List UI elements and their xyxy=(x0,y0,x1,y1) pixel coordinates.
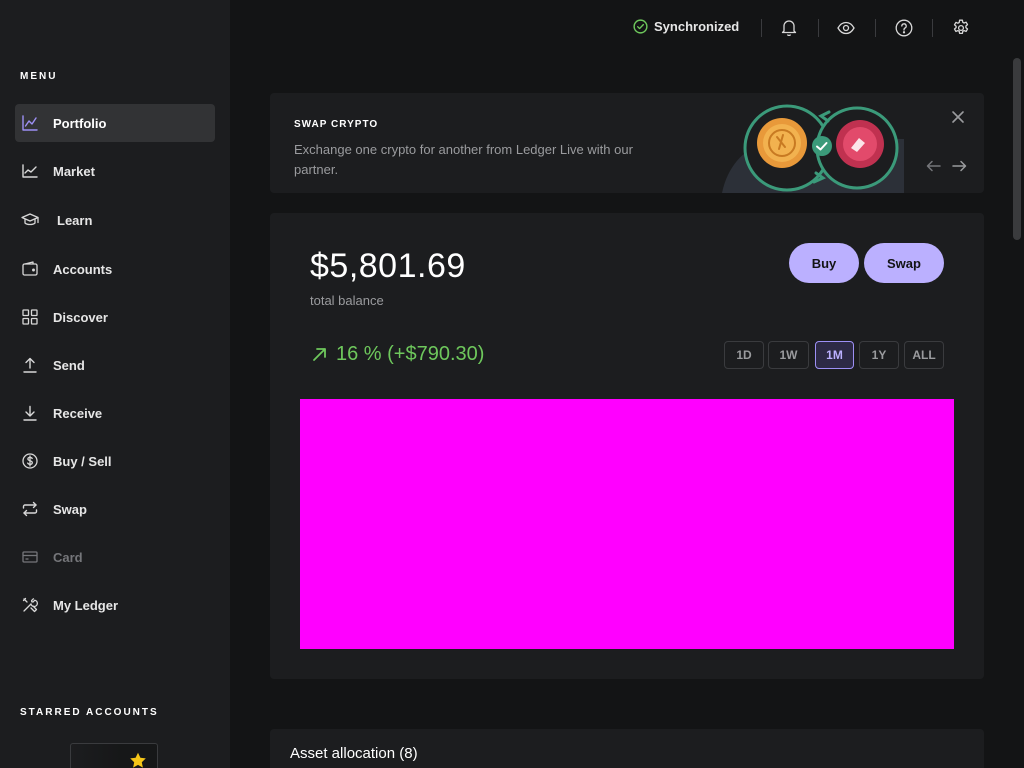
sidebar-item-label: Swap xyxy=(53,501,87,517)
sidebar-item-card[interactable]: Card xyxy=(15,538,215,576)
graduation-cap-icon xyxy=(7,212,53,228)
swap-button[interactable]: Swap xyxy=(864,243,944,283)
card-icon xyxy=(7,549,53,565)
swap-crypto-banner: SWAP CRYPTO Exchange one crypto for anot… xyxy=(270,93,984,193)
top-bar: Synchronized xyxy=(230,0,1024,58)
sidebar-item-market[interactable]: Market xyxy=(15,152,215,190)
wallet-icon xyxy=(7,261,53,277)
tools-icon xyxy=(7,597,53,613)
sidebar-item-label: Send xyxy=(53,357,85,373)
sidebar-item-label: Buy / Sell xyxy=(53,453,112,469)
portfolio-chart-placeholder xyxy=(300,399,954,649)
divider xyxy=(932,19,933,37)
sidebar-item-swap[interactable]: Swap xyxy=(15,490,215,528)
dollar-circle-icon xyxy=(7,453,53,469)
sidebar-item-learn[interactable]: Learn xyxy=(15,201,215,239)
banner-description: Exchange one crypto for another from Led… xyxy=(294,142,633,177)
sidebar-item-label: Portfolio xyxy=(53,115,107,131)
buy-button[interactable]: Buy xyxy=(789,243,859,283)
arrow-left-icon[interactable] xyxy=(926,160,941,172)
sidebar-item-send[interactable]: Send xyxy=(15,346,215,384)
eye-icon[interactable] xyxy=(837,21,855,35)
sidebar-item-label: Accounts xyxy=(53,261,113,277)
starred-accounts-title: STARRED ACCOUNTS xyxy=(20,707,159,718)
balance-change-value: 16 % (+$790.30) xyxy=(336,343,485,365)
sidebar-item-receive[interactable]: Receive xyxy=(15,394,215,432)
sidebar-item-discover[interactable]: Discover xyxy=(15,298,215,336)
sidebar-item-portfolio[interactable]: Portfolio xyxy=(15,104,215,142)
balance-change: 16 % (+$790.30) xyxy=(312,343,484,366)
bell-icon[interactable] xyxy=(781,19,797,36)
divider xyxy=(761,19,762,37)
sidebar-item-accounts[interactable]: Accounts xyxy=(15,250,215,288)
upload-arrow-icon xyxy=(7,357,53,373)
sync-label: Synchronized xyxy=(654,19,740,34)
range-1w-button[interactable]: 1W xyxy=(768,341,809,369)
gear-icon[interactable] xyxy=(952,19,970,37)
sidebar-item-label: Learn xyxy=(57,212,93,228)
arrow-up-right-icon xyxy=(312,347,336,362)
sidebar-item-label: My Ledger xyxy=(53,597,119,613)
total-balance-label: total balance xyxy=(310,293,384,308)
total-balance-value: $5,801.69 xyxy=(310,247,466,285)
sidebar-item-my-ledger[interactable]: My Ledger xyxy=(15,586,215,624)
divider xyxy=(818,19,819,37)
arrow-right-icon[interactable] xyxy=(952,160,967,172)
check-circle-icon xyxy=(633,19,654,34)
asset-allocation-card: Asset allocation (8) xyxy=(270,729,984,768)
sidebar-item-label: Receive xyxy=(53,405,103,421)
grid-icon xyxy=(7,309,53,325)
swap-coins-illustration xyxy=(722,99,912,193)
range-1m-button[interactable]: 1M xyxy=(815,341,854,369)
sidebar-item-label: Market xyxy=(53,163,95,179)
range-1d-button[interactable]: 1D xyxy=(724,341,764,369)
sidebar-item-label: Card xyxy=(53,549,83,565)
banner-title: SWAP CRYPTO xyxy=(294,119,379,130)
sidebar-item-label: Discover xyxy=(53,309,108,325)
sync-status[interactable]: Synchronized xyxy=(633,19,739,34)
chart-line-icon xyxy=(7,115,53,131)
portfolio-balance-card: $5,801.69 total balance Buy Swap 16 % (+… xyxy=(270,213,984,679)
sidebar-item-buy-sell[interactable]: Buy / Sell xyxy=(15,442,215,480)
divider xyxy=(875,19,876,37)
scrollbar[interactable] xyxy=(1013,58,1021,240)
download-arrow-icon xyxy=(7,405,53,421)
sidebar: MENU Portfolio Market Learn Accounts Dis… xyxy=(0,0,230,768)
close-icon[interactable] xyxy=(951,110,965,124)
star-icon xyxy=(129,752,147,768)
swap-arrows-icon xyxy=(7,501,53,517)
asset-allocation-title: Asset allocation (8) xyxy=(290,745,418,762)
market-icon xyxy=(7,163,53,179)
range-all-button[interactable]: ALL xyxy=(904,341,944,369)
starred-account-card[interactable] xyxy=(70,743,158,768)
help-icon[interactable] xyxy=(895,19,913,37)
range-1y-button[interactable]: 1Y xyxy=(859,341,899,369)
menu-title: MENU xyxy=(20,71,58,82)
